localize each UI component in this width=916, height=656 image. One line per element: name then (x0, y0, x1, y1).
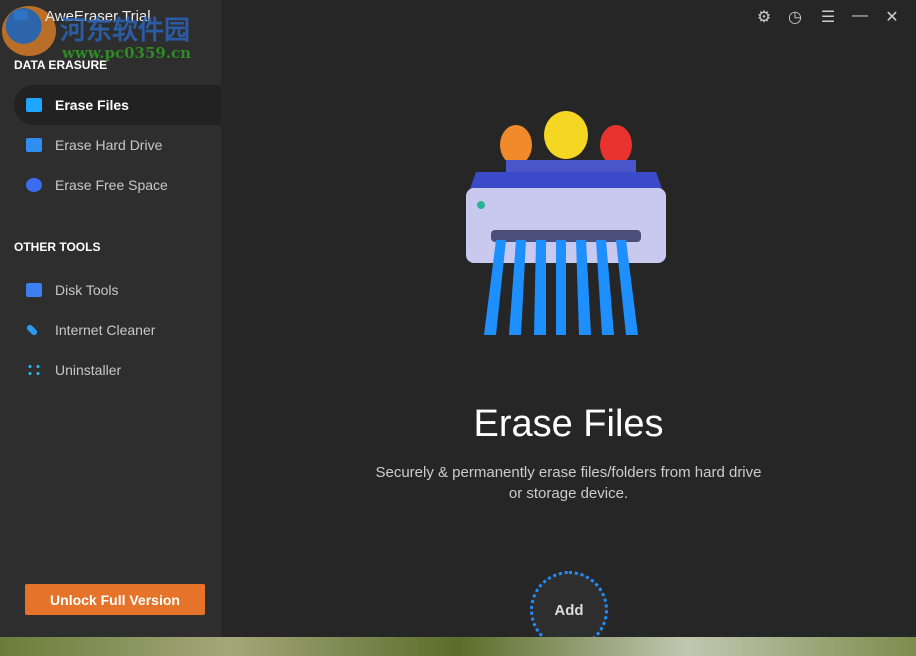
toolbox-icon (26, 283, 42, 297)
sidebar-item-erase-free-space[interactable]: Erase Free Space (14, 165, 221, 205)
folder-icon (26, 98, 42, 112)
sidebar-item-label: Erase Free Space (55, 177, 168, 193)
unlock-full-version-button[interactable]: Unlock Full Version (25, 584, 205, 615)
sidebar-item-label: Disk Tools (55, 282, 119, 298)
minimize-icon[interactable]: — (851, 7, 869, 25)
sidebar-item-erase-hard-drive[interactable]: Erase Hard Drive (14, 125, 221, 165)
section-other-tools: OTHER TOOLS (14, 240, 101, 254)
watermark-text: 河东软件园 (60, 16, 191, 46)
sidebar-item-disk-tools[interactable]: Disk Tools (14, 270, 221, 310)
page-description: Securely & permanently erase files/folde… (221, 462, 916, 504)
sidebar-item-label: Erase Files (55, 97, 129, 113)
history-icon[interactable]: ◷ (786, 7, 804, 27)
rocket-icon (25, 323, 39, 337)
watermark-url: www.pc0359.cn (62, 44, 192, 62)
page-title: Erase Files (473, 403, 664, 445)
apps-icon (26, 363, 42, 377)
settings-icon[interactable]: ⚙ (755, 7, 773, 27)
sidebar-item-label: Uninstaller (55, 362, 122, 378)
sidebar: DATA ERASURE Erase Files Erase Hard Driv… (0, 0, 221, 637)
sidebar-item-label: Internet Cleaner (55, 322, 156, 338)
pie-chart-icon (26, 178, 42, 192)
hard-drive-icon (26, 138, 42, 152)
description-line: or storage device. (508, 485, 629, 502)
description-line: Securely & permanently erase files/folde… (375, 464, 762, 481)
sidebar-item-internet-cleaner[interactable]: Internet Cleaner (14, 310, 221, 350)
shredder-illustration (466, 111, 666, 335)
close-icon[interactable]: ✕ (883, 7, 901, 27)
main-panel: Erase Files Securely & permanently erase… (221, 0, 916, 649)
sidebar-item-label: Erase Hard Drive (55, 137, 163, 153)
sidebar-item-erase-files[interactable]: Erase Files (14, 85, 221, 125)
desktop-background-strip (0, 637, 916, 656)
sidebar-item-uninstaller[interactable]: Uninstaller (14, 350, 221, 390)
menu-icon[interactable]: ☰ (819, 7, 837, 27)
